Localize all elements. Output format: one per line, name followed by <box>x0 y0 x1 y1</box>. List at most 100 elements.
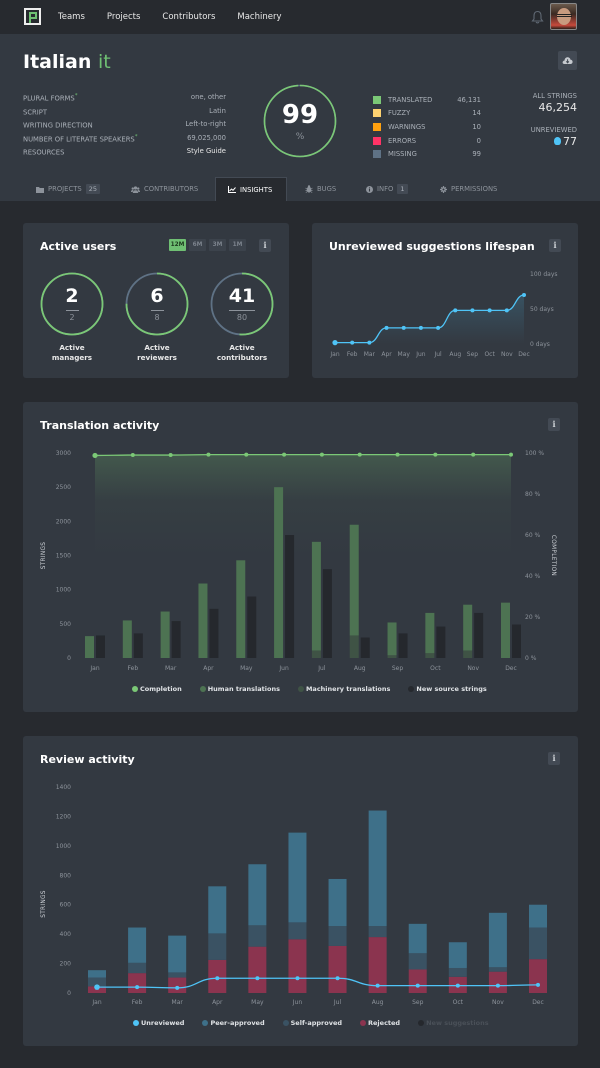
legend-item[interactable]: Completion <box>132 685 182 693</box>
legend-item[interactable]: Machinery translations <box>297 685 390 693</box>
unreviewed-point[interactable] <box>295 976 300 981</box>
source-bar[interactable] <box>322 569 332 658</box>
style-guide-link[interactable]: Style Guide <box>187 147 226 161</box>
human-bar[interactable] <box>160 611 170 658</box>
unreviewed-point[interactable] <box>455 983 460 988</box>
lifespan-point[interactable] <box>487 308 492 313</box>
unreviewed-point[interactable] <box>335 976 340 981</box>
info-asterisk[interactable]: * <box>75 93 78 99</box>
legend-item[interactable]: Unreviewed <box>133 1019 184 1027</box>
peer-approved-bar[interactable] <box>328 878 347 927</box>
completion-point[interactable] <box>92 452 98 459</box>
rejected-bar[interactable] <box>168 977 187 993</box>
lifespan-point[interactable] <box>436 325 441 330</box>
source-bar[interactable] <box>360 637 370 659</box>
source-bar[interactable] <box>285 535 295 658</box>
human-bar[interactable] <box>198 583 208 658</box>
self-approved-bar[interactable] <box>368 926 387 938</box>
unreviewed-point[interactable] <box>94 984 100 990</box>
self-approved-bar[interactable] <box>288 922 307 940</box>
stat-row-warnings[interactable]: WARNINGS 10 <box>373 120 481 134</box>
human-bar[interactable] <box>501 602 510 658</box>
pontoon-logo-icon[interactable] <box>24 8 41 25</box>
human-bar[interactable] <box>85 636 94 658</box>
rejected-bar[interactable] <box>288 939 307 993</box>
machinery-bar[interactable] <box>349 635 359 658</box>
completion-point[interactable] <box>433 452 438 457</box>
source-bar[interactable] <box>474 612 484 658</box>
lifespan-point[interactable] <box>522 293 526 297</box>
lifespan-point[interactable] <box>350 340 355 345</box>
completion-point[interactable] <box>509 452 513 457</box>
period-1m-button[interactable]: 1M <box>229 239 246 251</box>
peer-approved-bar[interactable] <box>368 810 387 927</box>
source-bar[interactable] <box>512 624 521 658</box>
peer-approved-bar[interactable] <box>208 886 227 934</box>
peer-approved-bar[interactable] <box>288 832 307 923</box>
tab-projects[interactable]: PROJECTS 25 <box>36 177 100 201</box>
human-bar[interactable] <box>387 622 397 656</box>
period-12m-button[interactable]: 12M <box>169 239 186 251</box>
user-avatar[interactable] <box>550 3 577 30</box>
rejected-bar[interactable] <box>328 945 347 993</box>
period-6m-button[interactable]: 6M <box>189 239 206 251</box>
tab-bugs[interactable]: BUGS <box>305 177 336 201</box>
unreviewed-point[interactable] <box>175 985 180 990</box>
human-bar[interactable] <box>311 541 321 651</box>
stat-row-errors[interactable]: ERRORS 0 <box>373 134 481 148</box>
completion-point[interactable] <box>471 452 476 457</box>
human-bar[interactable] <box>236 560 246 658</box>
legend-item[interactable]: Self-approved <box>282 1019 342 1027</box>
stat-row-missing[interactable]: MISSING 99 <box>373 147 481 161</box>
peer-approved-bar[interactable] <box>448 942 467 968</box>
source-bar[interactable] <box>171 621 181 658</box>
machinery-bar[interactable] <box>387 655 397 658</box>
peer-approved-bar[interactable] <box>168 935 187 973</box>
stat-row-translated[interactable]: TRANSLATED 46,131 <box>373 93 481 107</box>
source-bar[interactable] <box>133 633 143 658</box>
machinery-bar[interactable] <box>463 650 473 658</box>
info-button[interactable]: i <box>259 239 271 252</box>
completion-point[interactable] <box>395 452 400 457</box>
lifespan-point[interactable] <box>367 340 372 345</box>
tab-info[interactable]: INFO 1 <box>366 177 408 201</box>
unreviewed-point[interactable] <box>495 983 500 988</box>
rejected-bar[interactable] <box>248 946 267 993</box>
unreviewed-point[interactable] <box>135 985 140 990</box>
machinery-bar[interactable] <box>311 650 321 658</box>
completion-point[interactable] <box>282 452 287 457</box>
completion-point[interactable] <box>244 452 249 457</box>
self-approved-bar[interactable] <box>208 933 227 960</box>
peer-approved-bar[interactable] <box>88 970 106 978</box>
lifespan-point[interactable] <box>470 308 475 313</box>
self-approved-bar[interactable] <box>529 927 547 960</box>
tab-permissions[interactable]: PERMISSIONS <box>440 177 497 201</box>
peer-approved-bar[interactable] <box>128 927 147 963</box>
self-approved-bar[interactable] <box>328 926 347 946</box>
unreviewed-point[interactable] <box>255 976 260 981</box>
completion-point[interactable] <box>357 452 362 457</box>
all-strings-value[interactable]: 46,254 <box>490 101 578 114</box>
lifespan-point[interactable] <box>384 325 389 330</box>
legend-item[interactable]: Peer-approved <box>202 1019 265 1027</box>
rejected-bar[interactable] <box>529 959 547 993</box>
nav-link-contributors[interactable]: Contributors <box>162 12 215 22</box>
completion-point[interactable] <box>130 453 135 458</box>
source-bar[interactable] <box>247 596 257 659</box>
human-bar[interactable] <box>463 604 473 651</box>
source-bar[interactable] <box>96 635 105 658</box>
rejected-bar[interactable] <box>408 969 427 993</box>
self-approved-bar[interactable] <box>488 967 507 972</box>
self-approved-bar[interactable] <box>448 967 467 977</box>
human-bar[interactable] <box>349 524 359 636</box>
lifespan-point[interactable] <box>401 325 406 330</box>
legend-item[interactable]: Rejected <box>360 1019 400 1027</box>
nav-link-machinery[interactable]: Machinery <box>237 12 281 22</box>
self-approved-bar[interactable] <box>168 972 187 978</box>
completion-point[interactable] <box>168 453 173 458</box>
unreviewed-link[interactable]: 77 <box>490 135 577 148</box>
tab-insights[interactable]: INSIGHTS <box>215 177 287 201</box>
lifespan-point[interactable] <box>332 340 338 346</box>
peer-approved-bar[interactable] <box>248 864 267 926</box>
unreviewed-point[interactable] <box>215 976 220 981</box>
